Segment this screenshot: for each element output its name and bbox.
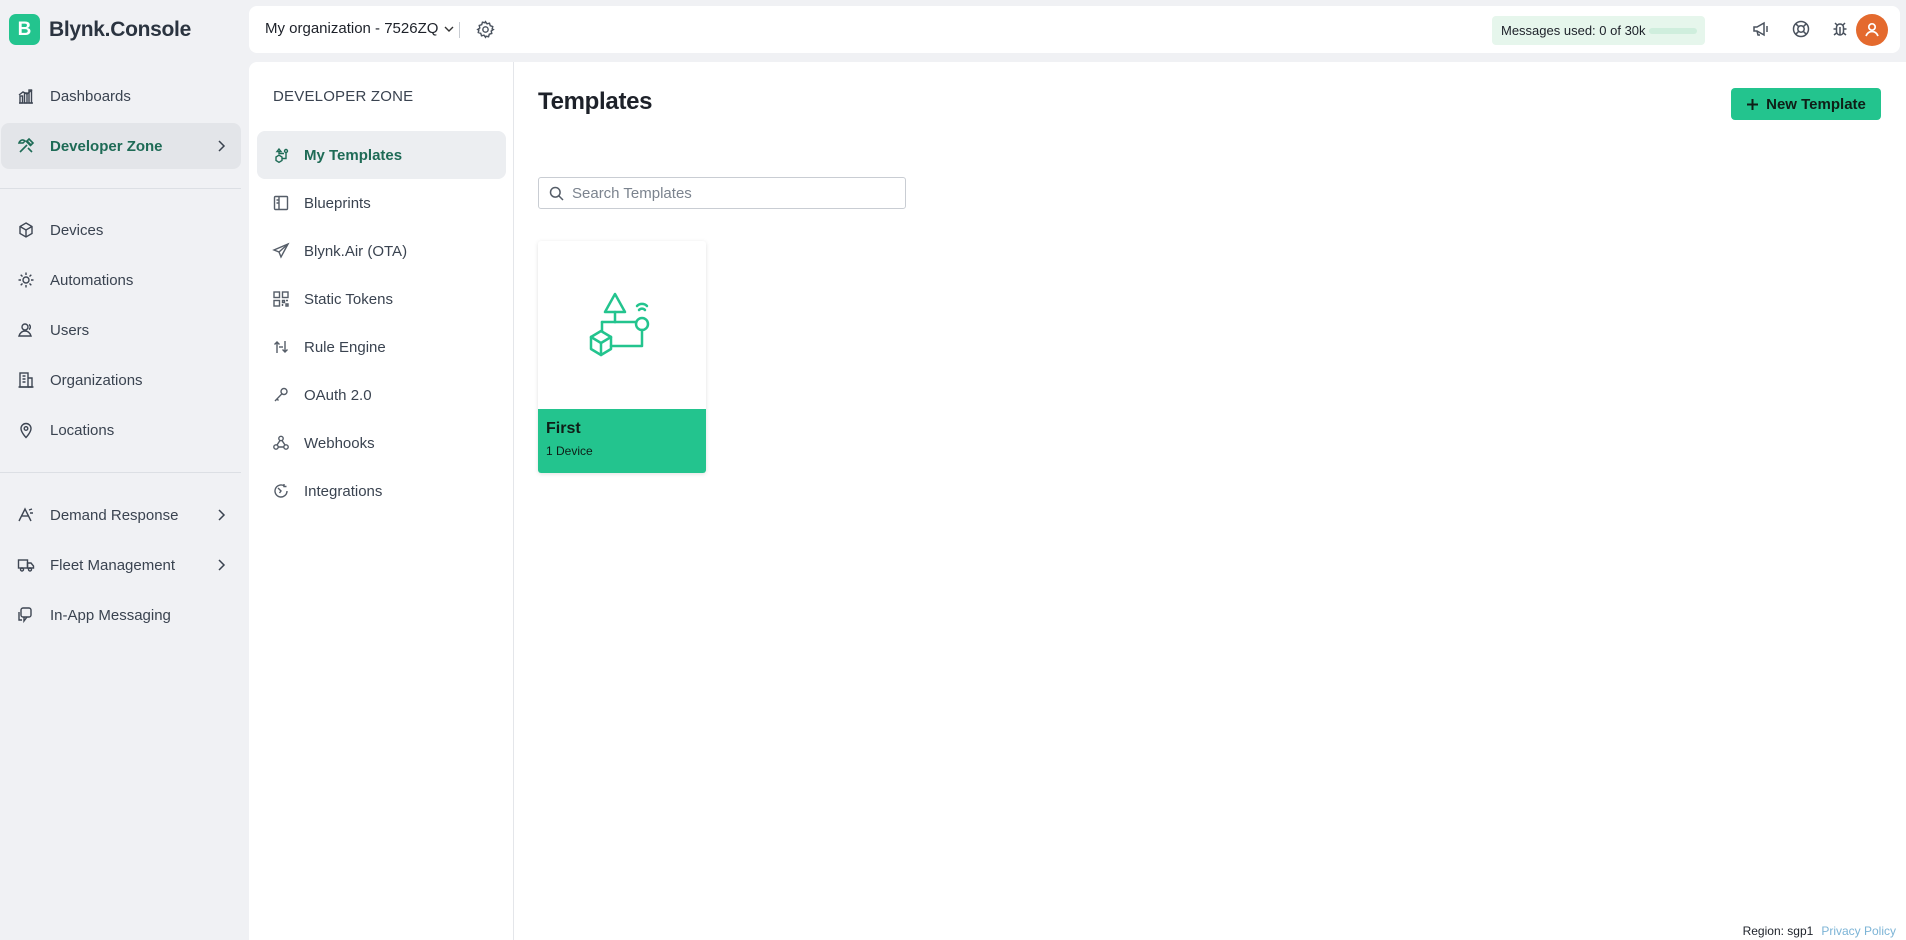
megaphone-icon[interactable] (1751, 19, 1771, 39)
template-illustration (538, 241, 706, 409)
topbar-separator (459, 22, 460, 38)
subnav-item-integrations[interactable]: Integrations (257, 467, 506, 515)
sidebar-item-label: Dashboards (50, 87, 131, 105)
region-label: Region: sgp1 (1742, 924, 1814, 938)
new-template-button[interactable]: New Template (1731, 88, 1881, 120)
sidebar-item-label: Fleet Management (50, 556, 176, 574)
new-template-label: New Template (1766, 95, 1866, 113)
subnav-item-my-templates[interactable]: My Templates (257, 131, 506, 179)
chevron-down-icon (442, 22, 456, 36)
sidebar-item-label: Locations (50, 421, 115, 439)
bar-chart-icon (17, 87, 35, 105)
subnav-item-blynk-air[interactable]: Blynk.Air (OTA) (257, 227, 506, 275)
top-bar: My organization - 7526ZQ Messages used: … (249, 6, 1900, 53)
rule-engine-icon (272, 338, 290, 356)
subnav-item-label: Blueprints (304, 194, 371, 212)
page-title: Templates (538, 88, 653, 115)
main-panel: DEVELOPER ZONE My Templates Blueprints B… (249, 62, 1906, 940)
subnav-item-blueprints[interactable]: Blueprints (257, 179, 506, 227)
subnav-item-static-tokens[interactable]: Static Tokens (257, 275, 506, 323)
key-icon (272, 386, 290, 404)
search-icon (549, 186, 564, 201)
sidebar-item-developer-zone[interactable]: Developer Zone (1, 123, 241, 169)
search-input[interactable] (572, 184, 892, 202)
subnav-item-label: Rule Engine (304, 338, 386, 356)
sidebar-item-automations[interactable]: Automations (1, 257, 241, 303)
template-card[interactable]: First 1 Device (538, 241, 706, 473)
subnav-item-label: Blynk.Air (OTA) (304, 242, 408, 260)
sidebar-item-organizations[interactable]: Organizations (1, 357, 241, 403)
gear-icon[interactable] (476, 20, 495, 39)
sidebar-item-label: Developer Zone (50, 137, 163, 155)
sun-icon (17, 271, 35, 289)
chevron-right-icon (213, 557, 229, 573)
sidebar-divider (0, 188, 241, 189)
messages-usage: Messages used: 0 of 30k (1492, 16, 1705, 45)
sidebar-item-devices[interactable]: Devices (1, 207, 241, 253)
tools-icon (17, 137, 35, 155)
help-icon[interactable] (1791, 19, 1811, 39)
subnav-item-label: Webhooks (304, 434, 375, 452)
sidebar-item-label: Demand Response (50, 506, 179, 524)
signal-icon (17, 506, 35, 524)
page-footer: Region: sgp1 Privacy Policy (1743, 924, 1896, 938)
sidebar-item-label: Devices (50, 221, 104, 239)
subnav-item-label: Static Tokens (304, 290, 393, 308)
bug-icon[interactable] (1830, 19, 1850, 39)
template-card-footer: First 1 Device (538, 409, 706, 473)
pin-icon (17, 421, 35, 439)
truck-icon (17, 556, 35, 574)
developer-zone-title: DEVELOPER ZONE (273, 88, 414, 105)
users-icon (17, 321, 35, 339)
chevron-right-icon (213, 138, 229, 154)
left-sidebar: B Blynk.Console Dashboards Developer Zon… (0, 0, 246, 940)
building-icon (17, 371, 35, 389)
sidebar-item-users[interactable]: Users (1, 307, 241, 353)
sidebar-item-label: In-App Messaging (50, 606, 171, 624)
subnav-item-oauth[interactable]: OAuth 2.0 (257, 371, 506, 419)
privacy-policy-link[interactable]: Privacy Policy (1821, 924, 1896, 938)
integrations-icon (272, 482, 290, 500)
sidebar-item-dashboards[interactable]: Dashboards (1, 73, 241, 119)
plus-icon (1746, 98, 1759, 111)
subnav-item-label: My Templates (304, 146, 403, 164)
subnav-item-rule-engine[interactable]: Rule Engine (257, 323, 506, 371)
search-box (538, 177, 906, 209)
messages-usage-bar (1649, 28, 1697, 34)
brand-logo[interactable]: B Blynk.Console (9, 14, 191, 45)
chevron-right-icon (213, 507, 229, 523)
subnav-item-label: Integrations (304, 482, 383, 500)
sidebar-item-label: Organizations (50, 371, 143, 389)
cube-icon (17, 221, 35, 239)
organization-name: My organization - 7526ZQ (265, 20, 439, 37)
templates-content: Templates New Template Search Templates … (514, 62, 1906, 940)
subnav-item-label: OAuth 2.0 (304, 386, 372, 404)
qr-code-icon (272, 290, 290, 308)
messages-usage-text: Messages used: 0 of 30k (1501, 23, 1646, 38)
sidebar-item-locations[interactable]: Locations (1, 407, 241, 453)
sidebar-item-in-app-messaging[interactable]: In-App Messaging (1, 592, 241, 638)
user-avatar-icon (1865, 22, 1879, 37)
developer-zone-nav: DEVELOPER ZONE My Templates Blueprints B… (249, 62, 514, 940)
sidebar-item-demand-response[interactable]: Demand Response (1, 492, 241, 538)
brand-name: Blynk.Console (49, 17, 191, 41)
organization-selector[interactable]: My organization - 7526ZQ (265, 20, 456, 37)
sidebar-item-label: Users (50, 321, 90, 339)
user-avatar[interactable] (1856, 14, 1888, 46)
sidebar-item-fleet-management[interactable]: Fleet Management (1, 542, 241, 588)
template-name: First (546, 420, 581, 437)
templates-icon (272, 146, 290, 164)
message-icon (17, 606, 35, 624)
template-device-count: 1 Device (546, 444, 593, 458)
blueprint-icon (272, 194, 290, 212)
sidebar-divider (0, 472, 241, 473)
brand-badge: B (9, 14, 40, 45)
paper-plane-icon (272, 242, 290, 260)
webhook-icon (272, 434, 290, 452)
subnav-item-webhooks[interactable]: Webhooks (257, 419, 506, 467)
sidebar-item-label: Automations (50, 271, 134, 289)
